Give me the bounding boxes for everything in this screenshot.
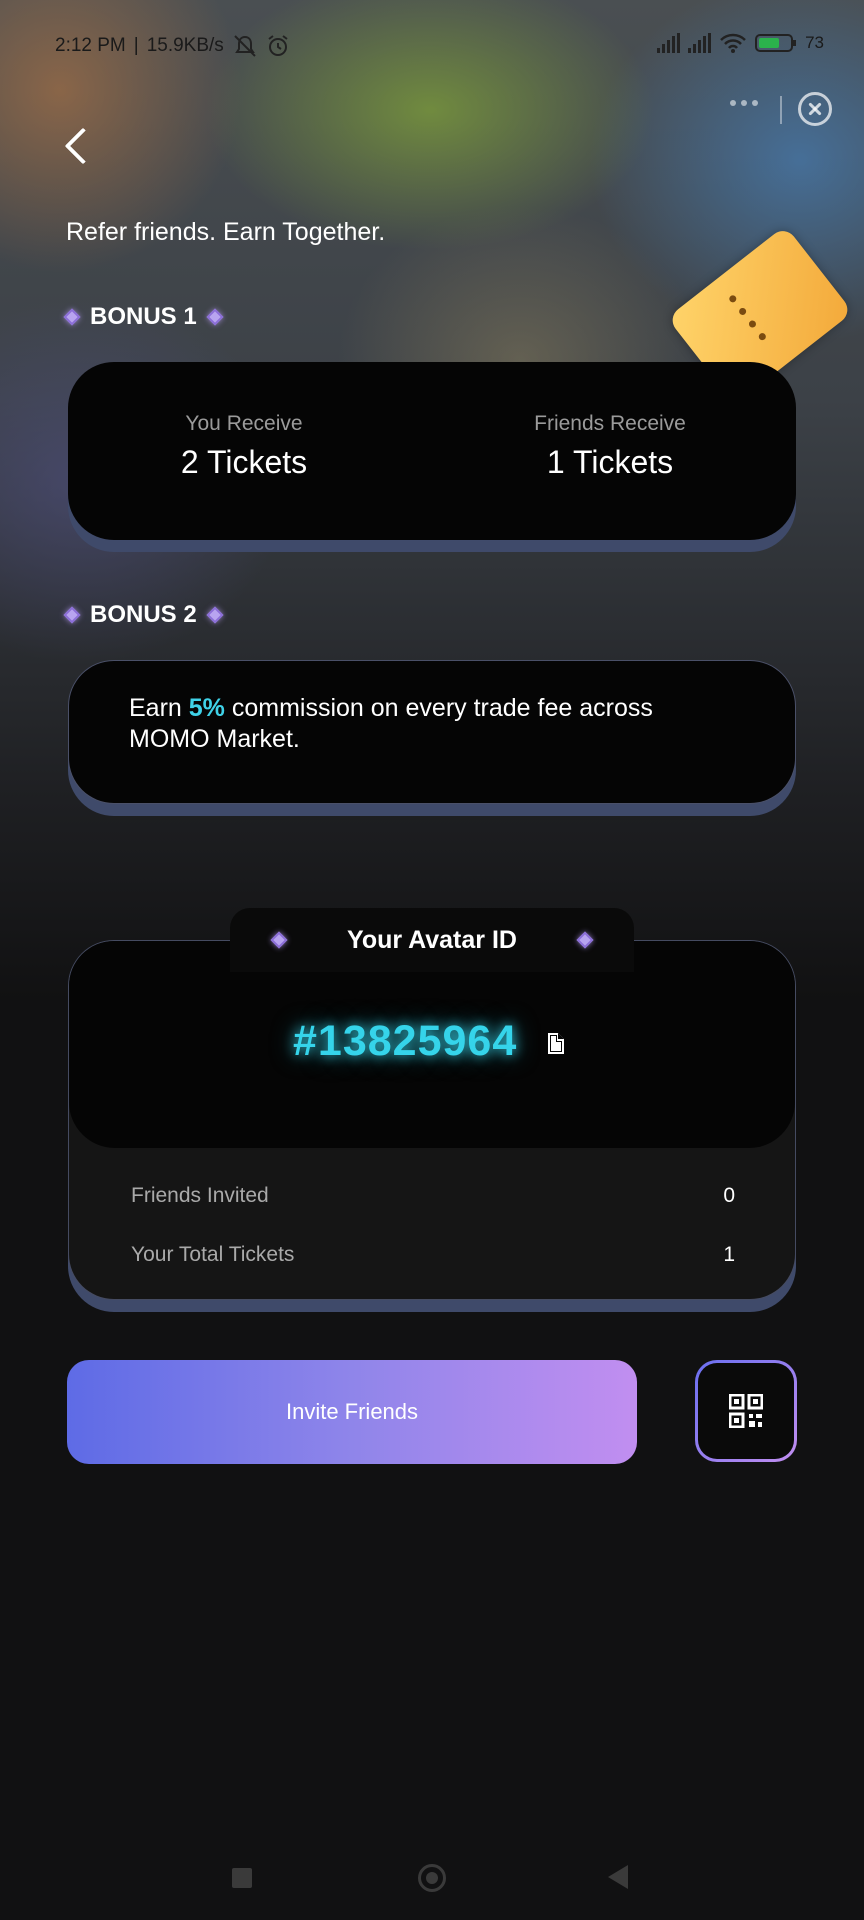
avatar-title-tab: Your Avatar ID <box>230 908 634 972</box>
qr-code-icon <box>729 1394 763 1428</box>
diamond-icon <box>270 931 288 949</box>
bonus2-card: Earn 5% commission on every trade fee ac… <box>68 660 796 804</box>
friends-receive-value: 1 Tickets <box>546 444 674 480</box>
mute-bell-icon <box>234 35 256 57</box>
diamond-icon <box>206 606 224 624</box>
diamond-icon <box>206 308 224 326</box>
nav-back-button[interactable] <box>608 1865 628 1889</box>
bonus2-label: BONUS 2 <box>90 601 197 628</box>
avatar-card: #13825964 Friends Invited 0 Your Total T… <box>68 940 796 1300</box>
battery-percent: 73 <box>805 33 824 52</box>
bonus1-label: BONUS 1 <box>90 303 197 330</box>
status-bar-right: 73 <box>657 32 824 54</box>
stat-row-friends-invited: Friends Invited 0 <box>131 1184 735 1208</box>
bonus2-text-before: Earn <box>129 694 189 722</box>
avatar-id-value: #13825964 <box>293 1017 518 1065</box>
stat-value: 1 <box>723 1243 735 1266</box>
status-separator: | <box>133 35 139 56</box>
diamond-icon <box>63 308 81 326</box>
recents-button[interactable] <box>232 1868 252 1888</box>
status-net-speed: 15.9KB/s <box>146 35 224 56</box>
status-bar-left: 2:12 PM | 15.9KB/s <box>55 34 290 58</box>
diamond-icon <box>63 606 81 624</box>
signal-1-icon <box>657 33 681 53</box>
stat-label: Your Total Tickets <box>131 1243 295 1266</box>
alarm-icon <box>268 35 288 56</box>
qr-code-button[interactable] <box>695 1360 797 1462</box>
you-receive-value: 2 Tickets <box>180 444 308 480</box>
stat-value: 0 <box>723 1184 735 1207</box>
page-headline: Refer friends. Earn Together. <box>66 218 386 246</box>
bonus1-heading: BONUS 1 <box>63 303 224 331</box>
battery-icon <box>755 34 797 52</box>
more-dots-icon[interactable] <box>730 100 758 106</box>
close-circle-icon[interactable] <box>798 92 832 126</box>
divider <box>780 96 782 124</box>
bonus2-heading: BONUS 2 <box>63 601 224 629</box>
status-time: 2:12 PM <box>55 35 126 56</box>
home-button[interactable] <box>418 1864 446 1892</box>
bonus2-description: Earn 5% commission on every trade fee ac… <box>129 693 689 755</box>
wifi-icon <box>720 33 746 53</box>
you-receive-label: You Receive <box>185 412 303 435</box>
invite-friends-button[interactable]: Invite Friends <box>67 1360 637 1464</box>
signal-2-icon <box>688 33 712 53</box>
diamond-icon <box>576 931 594 949</box>
friends-receive-label: Friends Receive <box>534 412 686 435</box>
you-receive-column: You Receive 2 Tickets <box>94 412 394 481</box>
stat-label: Friends Invited <box>131 1184 269 1207</box>
commission-percent: 5% <box>188 694 225 722</box>
avatar-title: Your Avatar ID <box>347 925 517 954</box>
bonus1-card: You Receive 2 Tickets Friends Receive 1 … <box>68 362 796 540</box>
avatar-id-panel: #13825964 <box>69 941 795 1148</box>
copy-icon[interactable] <box>546 1031 566 1056</box>
stat-row-total-tickets: Your Total Tickets 1 <box>131 1243 735 1267</box>
friends-receive-column: Friends Receive 1 Tickets <box>460 412 760 481</box>
